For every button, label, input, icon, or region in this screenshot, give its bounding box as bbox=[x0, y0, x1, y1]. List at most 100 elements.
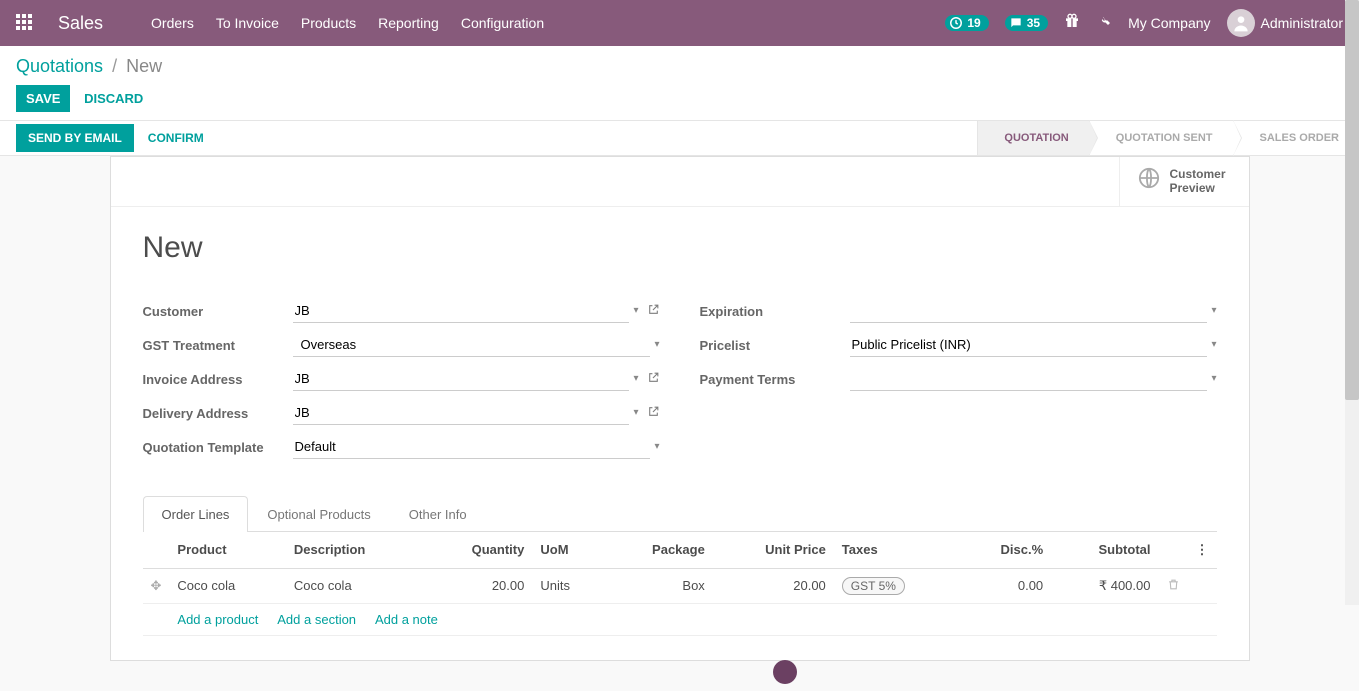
stat-line2: Preview bbox=[1170, 181, 1226, 195]
breadcrumb-current: New bbox=[126, 56, 162, 76]
label-gst: GST Treatment bbox=[143, 338, 293, 357]
tax-tag[interactable]: GST 5% bbox=[842, 577, 905, 595]
form-col-right: Expiration ▾ Pricelist ▾ bbox=[700, 295, 1217, 465]
col-delete bbox=[1159, 532, 1188, 569]
cell-subtotal: ₹ 400.00 bbox=[1051, 568, 1158, 603]
cell-uom[interactable]: Units bbox=[532, 568, 604, 603]
apps-icon[interactable] bbox=[16, 14, 34, 32]
external-link-icon[interactable] bbox=[647, 405, 660, 421]
menu-to-invoice[interactable]: To Invoice bbox=[216, 15, 279, 31]
label-payment-terms: Payment Terms bbox=[700, 372, 850, 391]
chevron-down-icon[interactable]: ▾ bbox=[1211, 305, 1216, 316]
breadcrumb-sep: / bbox=[112, 56, 117, 76]
col-disc: Disc.% bbox=[959, 532, 1052, 569]
chevron-down-icon[interactable]: ▾ bbox=[633, 407, 638, 418]
pricelist-field[interactable] bbox=[850, 333, 1208, 357]
expiration-field[interactable] bbox=[850, 299, 1208, 323]
discard-button[interactable]: DISCARD bbox=[74, 85, 153, 112]
app-brand[interactable]: Sales bbox=[58, 13, 103, 34]
avatar-icon bbox=[1227, 9, 1255, 37]
label-invoice-addr: Invoice Address bbox=[143, 372, 293, 391]
drag-handle-icon[interactable]: ✥ bbox=[143, 568, 170, 603]
top-nav: Sales Orders To Invoice Products Reporti… bbox=[0, 0, 1359, 46]
add-section-link[interactable]: Add a section bbox=[277, 612, 356, 627]
tab-order-lines[interactable]: Order Lines bbox=[143, 496, 249, 532]
col-product: Product bbox=[169, 532, 285, 569]
table-row[interactable]: ✥ Coco cola Coco cola 20.00 Units Box 20… bbox=[143, 568, 1217, 603]
messages-button[interactable]: 35 bbox=[1005, 15, 1048, 31]
sheet-background: Customer Preview New Customer ▾ bbox=[0, 156, 1359, 691]
customer-preview-button[interactable]: Customer Preview bbox=[1119, 157, 1249, 206]
external-link-icon[interactable] bbox=[647, 303, 660, 319]
chevron-down-icon[interactable]: ▾ bbox=[654, 339, 659, 350]
external-link-icon[interactable] bbox=[647, 371, 660, 387]
cell-description[interactable]: Coco cola bbox=[286, 568, 424, 603]
sheet-body: New Customer ▾ bbox=[111, 207, 1249, 660]
cell-price[interactable]: 20.00 bbox=[713, 568, 834, 603]
tab-optional-products[interactable]: Optional Products bbox=[248, 496, 389, 532]
confirm-button[interactable]: CONFIRM bbox=[134, 124, 218, 152]
col-description: Description bbox=[286, 532, 424, 569]
status-steps: QUOTATION QUOTATION SENT SALES ORDER bbox=[977, 121, 1359, 155]
col-options[interactable]: ⋮ bbox=[1188, 532, 1217, 569]
col-quantity: Quantity bbox=[424, 532, 532, 569]
scrollbar-thumb[interactable] bbox=[1345, 0, 1359, 400]
user-name: Administrator bbox=[1261, 15, 1343, 31]
stat-line1: Customer bbox=[1170, 167, 1226, 181]
form-col-left: Customer ▾ GST Treatment bbox=[143, 295, 660, 465]
stat-text: Customer Preview bbox=[1170, 167, 1226, 196]
gift-icon[interactable] bbox=[1064, 13, 1080, 34]
menu-configuration[interactable]: Configuration bbox=[461, 15, 544, 31]
page-title: New bbox=[143, 231, 1217, 265]
delete-row-icon[interactable] bbox=[1159, 568, 1188, 603]
label-pricelist: Pricelist bbox=[700, 338, 850, 357]
status-quotation-sent[interactable]: QUOTATION SENT bbox=[1089, 121, 1233, 155]
send-email-button[interactable]: SEND BY EMAIL bbox=[16, 124, 134, 152]
chevron-down-icon[interactable]: ▾ bbox=[1211, 373, 1216, 384]
label-template: Quotation Template bbox=[143, 440, 293, 459]
col-uom: UoM bbox=[532, 532, 604, 569]
messages-count: 35 bbox=[1027, 16, 1040, 30]
company-switcher[interactable]: My Company bbox=[1128, 15, 1210, 31]
menu-orders[interactable]: Orders bbox=[151, 15, 194, 31]
save-button[interactable]: SAVE bbox=[16, 85, 70, 112]
chevron-down-icon[interactable]: ▾ bbox=[633, 305, 638, 316]
col-package: Package bbox=[604, 532, 712, 569]
cell-disc[interactable]: 0.00 bbox=[959, 568, 1052, 603]
user-menu[interactable]: Administrator bbox=[1227, 9, 1343, 37]
chevron-down-icon[interactable]: ▾ bbox=[633, 373, 638, 384]
cell-product[interactable]: Coco cola bbox=[169, 568, 285, 603]
gst-field[interactable] bbox=[293, 333, 651, 357]
label-customer: Customer bbox=[143, 304, 293, 323]
col-unit-price: Unit Price bbox=[713, 532, 834, 569]
status-quotation[interactable]: QUOTATION bbox=[977, 121, 1088, 155]
activities-count: 19 bbox=[967, 16, 980, 30]
payment-terms-field[interactable] bbox=[850, 367, 1208, 391]
delivery-address-field[interactable] bbox=[293, 401, 630, 425]
chevron-down-icon[interactable]: ▾ bbox=[654, 441, 659, 452]
add-note-link[interactable]: Add a note bbox=[375, 612, 438, 627]
col-subtotal: Subtotal bbox=[1051, 532, 1158, 569]
quotation-template-field[interactable] bbox=[293, 435, 651, 459]
scrollbar[interactable] bbox=[1345, 0, 1359, 605]
main-menu: Orders To Invoice Products Reporting Con… bbox=[151, 15, 544, 31]
tools-icon[interactable] bbox=[1096, 13, 1112, 34]
clock-icon bbox=[949, 16, 963, 30]
invoice-address-field[interactable] bbox=[293, 367, 630, 391]
customer-field[interactable] bbox=[293, 299, 630, 323]
cursor-indicator bbox=[773, 660, 797, 684]
globe-icon bbox=[1138, 167, 1160, 195]
chevron-down-icon[interactable]: ▾ bbox=[1211, 339, 1216, 350]
label-expiration: Expiration bbox=[700, 304, 850, 323]
menu-reporting[interactable]: Reporting bbox=[378, 15, 439, 31]
breadcrumb-root[interactable]: Quotations bbox=[16, 56, 103, 76]
tab-other-info[interactable]: Other Info bbox=[390, 496, 486, 532]
menu-products[interactable]: Products bbox=[301, 15, 356, 31]
activities-button[interactable]: 19 bbox=[945, 15, 988, 31]
add-product-link[interactable]: Add a product bbox=[177, 612, 258, 627]
cell-taxes[interactable]: GST 5% bbox=[834, 568, 959, 603]
cell-package[interactable]: Box bbox=[604, 568, 712, 603]
cell-qty[interactable]: 20.00 bbox=[424, 568, 532, 603]
status-sales-order[interactable]: SALES ORDER bbox=[1233, 121, 1359, 155]
breadcrumb: Quotations / New bbox=[16, 56, 1343, 77]
